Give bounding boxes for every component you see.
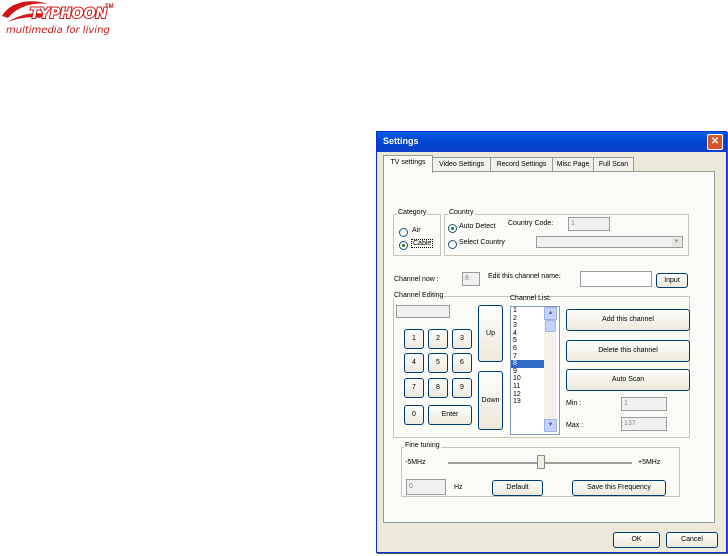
min-field: 1 bbox=[621, 397, 667, 411]
country-select[interactable]: ▼ bbox=[536, 236, 683, 248]
edit-channel-name-label: Edit this channel name: bbox=[488, 273, 561, 280]
tab-misc-page[interactable]: Misc Page bbox=[552, 157, 594, 172]
fine-tuning-max-label: +5MHz bbox=[638, 459, 661, 466]
category-label: Category bbox=[397, 209, 428, 216]
logo-tagline: multimedia for living bbox=[6, 25, 110, 36]
max-field: 137 bbox=[621, 417, 667, 431]
select-country-label: Select Country bbox=[459, 239, 505, 246]
cable-label: Cable bbox=[411, 239, 434, 248]
save-frequency-button[interactable]: Save this Frequency bbox=[572, 480, 666, 496]
auto-detect-label: Auto Detect bbox=[459, 223, 496, 230]
tab-tv-settings[interactable]: TV settings bbox=[383, 155, 433, 173]
close-icon[interactable]: ✕ bbox=[707, 134, 723, 150]
chevron-down-icon: ▼ bbox=[672, 238, 681, 247]
logo-brand: TYPHOON bbox=[29, 5, 108, 23]
channel-now-field: 8 bbox=[462, 272, 480, 286]
typhoon-logo: TYPHOON TM multimedia for living bbox=[0, 0, 130, 42]
scroll-thumb[interactable] bbox=[545, 320, 556, 332]
dialog-title: Settings bbox=[383, 136, 419, 146]
country-code-field[interactable]: 1 bbox=[568, 217, 610, 231]
channel-list-item[interactable]: 8 bbox=[511, 360, 544, 368]
key-9-button[interactable]: 9 bbox=[452, 378, 472, 398]
input-button[interactable]: Input bbox=[656, 273, 688, 288]
cable-radio[interactable] bbox=[399, 241, 408, 250]
key-8-button[interactable]: 8 bbox=[428, 378, 448, 398]
max-label: Max : bbox=[566, 422, 584, 429]
channel-entry-display bbox=[396, 305, 450, 318]
down-button[interactable]: Down bbox=[478, 371, 503, 430]
ok-button[interactable]: OK bbox=[613, 532, 660, 548]
channel-list-label: Channel List: bbox=[510, 295, 551, 302]
up-button[interactable]: Up bbox=[478, 305, 503, 362]
min-label: Min : bbox=[566, 400, 582, 407]
key-1-button[interactable]: 1 bbox=[404, 329, 424, 349]
auto-scan-button[interactable]: Auto Scan bbox=[566, 369, 690, 391]
logo-trademark: TM bbox=[105, 4, 114, 10]
key-7-button[interactable]: 7 bbox=[404, 378, 424, 398]
slider-thumb[interactable] bbox=[537, 455, 545, 469]
tab-video-settings[interactable]: Video Settings bbox=[432, 157, 491, 172]
channel-now-label: Channel now : bbox=[394, 276, 439, 283]
enter-button[interactable]: Enter bbox=[428, 405, 472, 425]
air-radio[interactable] bbox=[399, 228, 408, 237]
air-label: Air bbox=[412, 227, 421, 234]
channel-list-scrollbar[interactable]: ▲ ▼ bbox=[544, 307, 557, 432]
add-channel-button[interactable]: Add this channel bbox=[566, 309, 690, 331]
key-3-button[interactable]: 3 bbox=[452, 329, 472, 349]
scroll-up-icon[interactable]: ▲ bbox=[544, 307, 557, 320]
tab-record-settings[interactable]: Record Settings bbox=[490, 157, 553, 172]
fine-tuning-min-label: -5MHz bbox=[405, 459, 426, 466]
fine-tuning-label: Fine tuning bbox=[404, 442, 441, 449]
cancel-button[interactable]: Cancel bbox=[666, 532, 718, 548]
channel-editing-label: Channel Editing bbox=[393, 292, 445, 299]
frequency-offset-field: 0 bbox=[406, 479, 446, 495]
key-2-button[interactable]: 2 bbox=[428, 329, 448, 349]
country-group bbox=[444, 214, 689, 256]
default-button[interactable]: Default bbox=[492, 480, 543, 496]
auto-detect-radio[interactable] bbox=[448, 224, 457, 233]
title-bar[interactable]: Settings ✕ bbox=[377, 132, 726, 152]
key-4-button[interactable]: 4 bbox=[404, 353, 424, 373]
key-6-button[interactable]: 6 bbox=[452, 353, 472, 373]
tab-full-scan[interactable]: Full Scan bbox=[593, 157, 634, 172]
select-country-radio[interactable] bbox=[448, 240, 457, 249]
hz-unit-label: Hz bbox=[454, 484, 463, 491]
scroll-down-icon[interactable]: ▼ bbox=[544, 419, 557, 432]
delete-channel-button[interactable]: Delete this channel bbox=[566, 340, 690, 362]
key-0-button[interactable]: 0 bbox=[404, 405, 424, 425]
key-5-button[interactable]: 5 bbox=[428, 353, 448, 373]
country-code-label: Country Code: bbox=[508, 220, 554, 227]
country-label: Country bbox=[448, 209, 475, 216]
channel-name-input[interactable] bbox=[580, 271, 652, 287]
